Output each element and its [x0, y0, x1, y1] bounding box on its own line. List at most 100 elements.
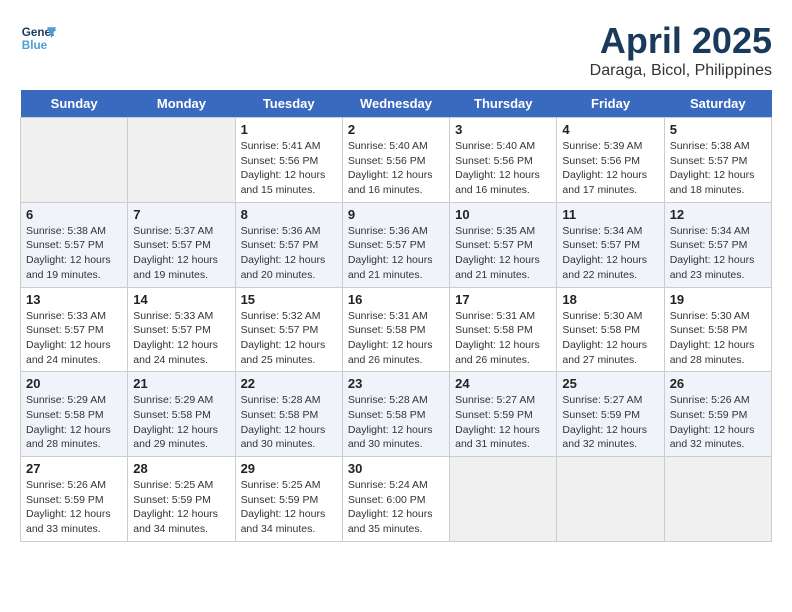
day-number: 6 — [26, 207, 122, 222]
calendar-cell: 29 Sunrise: 5:25 AMSunset: 5:59 PMDayligh… — [235, 457, 342, 542]
cell-info: Sunrise: 5:30 AMSunset: 5:58 PMDaylight:… — [562, 309, 658, 368]
day-number: 21 — [133, 376, 229, 391]
week-row-4: 20 Sunrise: 5:29 AMSunset: 5:58 PMDayligh… — [21, 372, 772, 457]
cell-info: Sunrise: 5:29 AMSunset: 5:58 PMDaylight:… — [133, 393, 229, 452]
calendar-cell: 7 Sunrise: 5:37 AMSunset: 5:57 PMDaylight… — [128, 202, 235, 287]
calendar-cell: 2Sunrise: 5:40 AMSunset: 5:56 PMDaylight… — [342, 118, 449, 203]
calendar-cell: 19 Sunrise: 5:30 AMSunset: 5:58 PMDayligh… — [664, 287, 771, 372]
day-number: 17 — [455, 292, 551, 307]
cell-info: Sunrise: 5:31 AMSunset: 5:58 PMDaylight:… — [455, 309, 551, 368]
day-number: 16 — [348, 292, 444, 307]
calendar-cell: 18 Sunrise: 5:30 AMSunset: 5:58 PMDayligh… — [557, 287, 664, 372]
calendar-cell: 26 Sunrise: 5:26 AMSunset: 5:59 PMDayligh… — [664, 372, 771, 457]
calendar-cell — [664, 457, 771, 542]
cell-info: Sunrise: 5:24 AMSunset: 6:00 PMDaylight:… — [348, 478, 444, 537]
cell-info: Sunrise: 5:38 AMSunset: 5:57 PMDaylight:… — [26, 224, 122, 283]
day-number: 3 — [455, 122, 551, 137]
day-number: 19 — [670, 292, 766, 307]
cell-info: Sunrise: 5:25 AMSunset: 5:59 PMDaylight:… — [133, 478, 229, 537]
week-row-2: 6 Sunrise: 5:38 AMSunset: 5:57 PMDaylight… — [21, 202, 772, 287]
cell-info: Sunrise: 5:26 AMSunset: 5:59 PMDaylight:… — [26, 478, 122, 537]
cell-info: Sunrise: 5:37 AMSunset: 5:57 PMDaylight:… — [133, 224, 229, 283]
day-number: 29 — [241, 461, 337, 476]
svg-text:Blue: Blue — [22, 39, 48, 52]
calendar-cell: 11Sunrise: 5:34 AMSunset: 5:57 PMDayligh… — [557, 202, 664, 287]
cell-info: Sunrise: 5:30 AMSunset: 5:58 PMDaylight:… — [670, 309, 766, 368]
cell-info: Sunrise: 5:25 AMSunset: 5:59 PMDaylight:… — [241, 478, 337, 537]
calendar-cell — [128, 118, 235, 203]
week-row-3: 13 Sunrise: 5:33 AMSunset: 5:57 PMDayligh… — [21, 287, 772, 372]
calendar-cell: 10Sunrise: 5:35 AMSunset: 5:57 PMDayligh… — [450, 202, 557, 287]
day-number: 20 — [26, 376, 122, 391]
day-number: 18 — [562, 292, 658, 307]
cell-info: Sunrise: 5:35 AMSunset: 5:57 PMDaylight:… — [455, 224, 551, 283]
day-number: 22 — [241, 376, 337, 391]
cell-info: Sunrise: 5:27 AMSunset: 5:59 PMDaylight:… — [455, 393, 551, 452]
title-area: April 2025 Daraga, Bicol, Philippines — [590, 20, 772, 80]
calendar-cell: 1 Sunrise: 5:41 AMSunset: 5:56 PMDaylight… — [235, 118, 342, 203]
calendar-cell: 20 Sunrise: 5:29 AMSunset: 5:58 PMDayligh… — [21, 372, 128, 457]
day-number: 8 — [241, 207, 337, 222]
calendar-cell: 6 Sunrise: 5:38 AMSunset: 5:57 PMDaylight… — [21, 202, 128, 287]
header-tuesday: Tuesday — [235, 90, 342, 118]
day-number: 2 — [348, 122, 444, 137]
main-title: April 2025 — [590, 20, 772, 62]
day-number: 7 — [133, 207, 229, 222]
calendar-cell — [557, 457, 664, 542]
calendar-cell: 13Sunrise: 5:33 AMSunset: 5:57 PMDayligh… — [21, 287, 128, 372]
cell-info: Sunrise: 5:28 AMSunset: 5:58 PMDaylight:… — [348, 393, 444, 452]
page-header: General Blue April 2025 Daraga, Bicol, P… — [20, 20, 772, 80]
header-sunday: Sunday — [21, 90, 128, 118]
calendar-table: SundayMondayTuesdayWednesdayThursdayFrid… — [20, 90, 772, 542]
calendar-cell: 15Sunrise: 5:32 AMSunset: 5:57 PMDayligh… — [235, 287, 342, 372]
calendar-cell: 17 Sunrise: 5:31 AMSunset: 5:58 PMDayligh… — [450, 287, 557, 372]
day-number: 14 — [133, 292, 229, 307]
cell-info: Sunrise: 5:28 AMSunset: 5:58 PMDaylight:… — [241, 393, 337, 452]
cell-info: Sunrise: 5:34 AMSunset: 5:57 PMDaylight:… — [562, 224, 658, 283]
cell-info: Sunrise: 5:36 AMSunset: 5:57 PMDaylight:… — [348, 224, 444, 283]
day-number: 23 — [348, 376, 444, 391]
calendar-cell: 22 Sunrise: 5:28 AMSunset: 5:58 PMDayligh… — [235, 372, 342, 457]
calendar-cell: 25Sunrise: 5:27 AMSunset: 5:59 PMDayligh… — [557, 372, 664, 457]
calendar-cell: 14 Sunrise: 5:33 AMSunset: 5:57 PMDayligh… — [128, 287, 235, 372]
day-number: 1 — [241, 122, 337, 137]
cell-info: Sunrise: 5:36 AMSunset: 5:57 PMDaylight:… — [241, 224, 337, 283]
calendar-cell: 16Sunrise: 5:31 AMSunset: 5:58 PMDayligh… — [342, 287, 449, 372]
day-number: 4 — [562, 122, 658, 137]
day-number: 27 — [26, 461, 122, 476]
header-wednesday: Wednesday — [342, 90, 449, 118]
calendar-cell: 8 Sunrise: 5:36 AMSunset: 5:57 PMDaylight… — [235, 202, 342, 287]
cell-info: Sunrise: 5:27 AMSunset: 5:59 PMDaylight:… — [562, 393, 658, 452]
subtitle: Daraga, Bicol, Philippines — [590, 62, 772, 80]
cell-info: Sunrise: 5:26 AMSunset: 5:59 PMDaylight:… — [670, 393, 766, 452]
calendar-cell: 21 Sunrise: 5:29 AMSunset: 5:58 PMDayligh… — [128, 372, 235, 457]
cell-info: Sunrise: 5:39 AMSunset: 5:56 PMDaylight:… — [562, 139, 658, 198]
calendar-cell — [450, 457, 557, 542]
cell-info: Sunrise: 5:32 AMSunset: 5:57 PMDaylight:… — [241, 309, 337, 368]
calendar-cell — [21, 118, 128, 203]
day-number: 30 — [348, 461, 444, 476]
calendar-cell: 23 Sunrise: 5:28 AMSunset: 5:58 PMDayligh… — [342, 372, 449, 457]
day-number: 24 — [455, 376, 551, 391]
cell-info: Sunrise: 5:33 AMSunset: 5:57 PMDaylight:… — [133, 309, 229, 368]
week-row-5: 27 Sunrise: 5:26 AMSunset: 5:59 PMDayligh… — [21, 457, 772, 542]
cell-info: Sunrise: 5:29 AMSunset: 5:58 PMDaylight:… — [26, 393, 122, 452]
day-number: 26 — [670, 376, 766, 391]
calendar-cell: 4 Sunrise: 5:39 AMSunset: 5:56 PMDaylight… — [557, 118, 664, 203]
header-monday: Monday — [128, 90, 235, 118]
header-friday: Friday — [557, 90, 664, 118]
header-thursday: Thursday — [450, 90, 557, 118]
cell-info: Sunrise: 5:41 AMSunset: 5:56 PMDaylight:… — [241, 139, 337, 198]
calendar-cell: 28 Sunrise: 5:25 AMSunset: 5:59 PMDayligh… — [128, 457, 235, 542]
day-number: 5 — [670, 122, 766, 137]
day-number: 28 — [133, 461, 229, 476]
cell-info: Sunrise: 5:40 AMSunset: 5:56 PMDaylight:… — [455, 139, 551, 198]
day-number: 13 — [26, 292, 122, 307]
day-number: 12 — [670, 207, 766, 222]
header-saturday: Saturday — [664, 90, 771, 118]
calendar-cell: 27 Sunrise: 5:26 AMSunset: 5:59 PMDayligh… — [21, 457, 128, 542]
calendar-cell: 24 Sunrise: 5:27 AMSunset: 5:59 PMDayligh… — [450, 372, 557, 457]
cell-info: Sunrise: 5:38 AMSunset: 5:57 PMDaylight:… — [670, 139, 766, 198]
logo: General Blue — [20, 20, 56, 56]
week-row-1: 1 Sunrise: 5:41 AMSunset: 5:56 PMDaylight… — [21, 118, 772, 203]
